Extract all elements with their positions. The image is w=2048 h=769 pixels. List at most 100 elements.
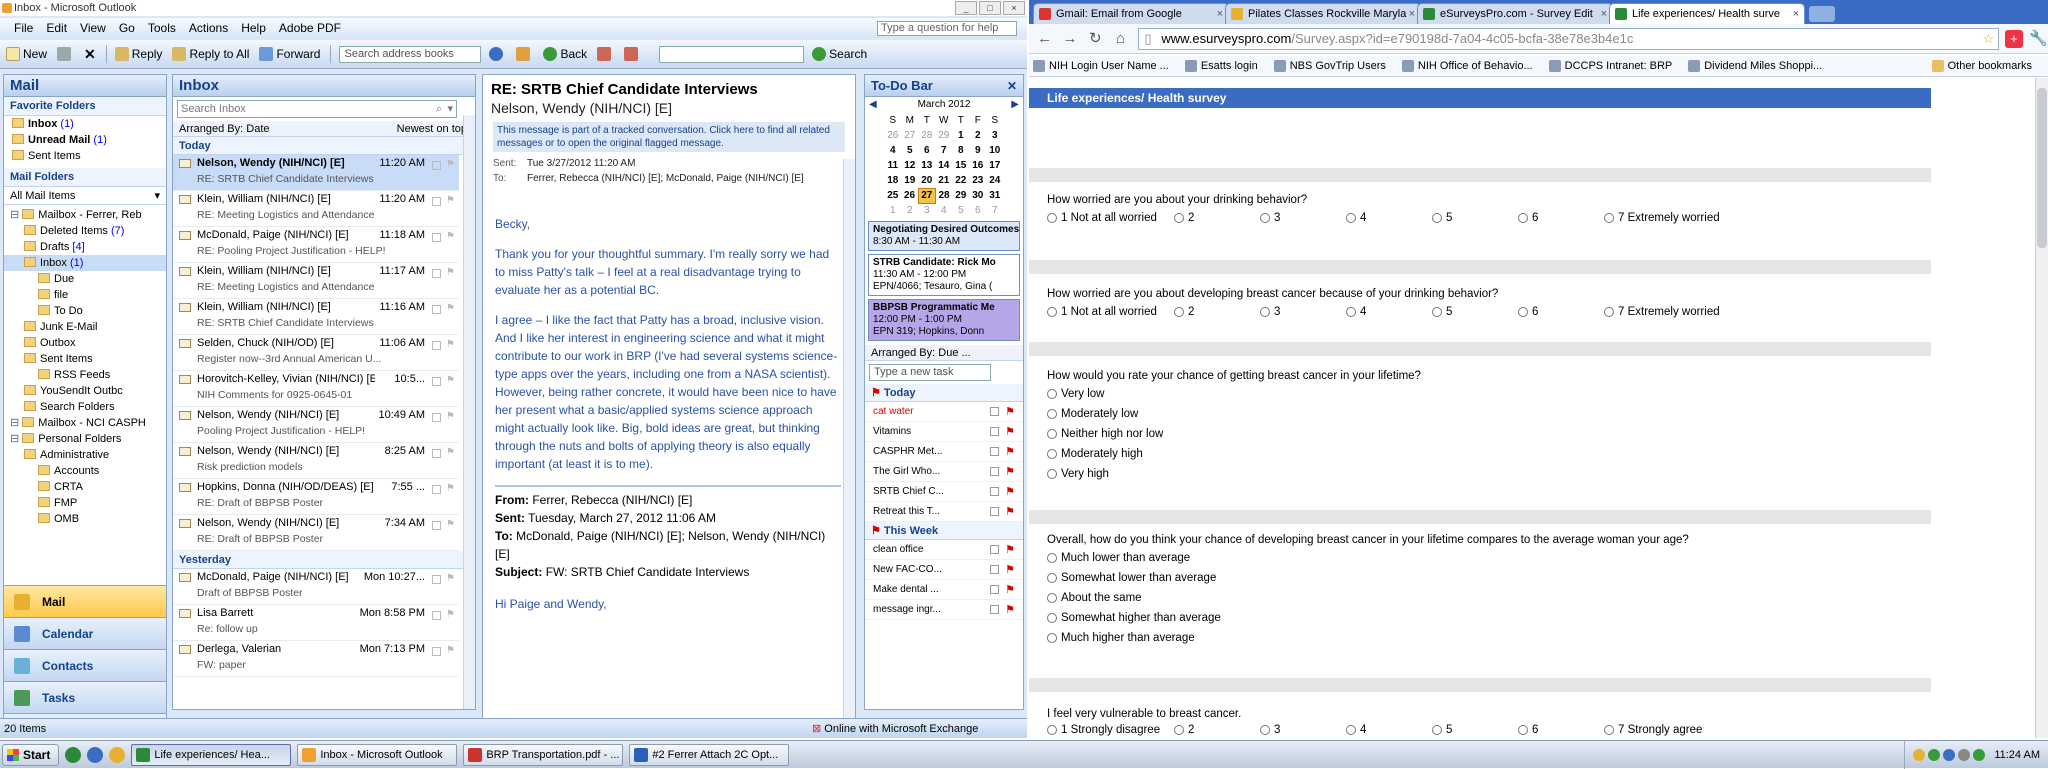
category-box[interactable] bbox=[432, 197, 441, 206]
radio-button[interactable] bbox=[1047, 409, 1057, 419]
search-button[interactable]: Search bbox=[812, 47, 867, 61]
taskbar-item[interactable]: BRP Transportation.pdf - ... bbox=[463, 743, 624, 766]
task-checkbox[interactable] bbox=[990, 407, 999, 416]
taskbar-item[interactable]: Inbox - Microsoft Outlook bbox=[297, 743, 458, 766]
tracked-conversation-info[interactable]: This message is part of a tracked conver… bbox=[493, 122, 845, 152]
radio-button[interactable] bbox=[1047, 429, 1057, 439]
calendar-day[interactable]: 7 bbox=[986, 203, 1003, 218]
calendar-day[interactable]: 31 bbox=[986, 188, 1003, 203]
new-button[interactable]: New bbox=[6, 47, 47, 61]
calendar-day[interactable]: 3 bbox=[918, 203, 935, 218]
category-box[interactable] bbox=[432, 341, 441, 350]
close-tab-icon[interactable]: × bbox=[1601, 4, 1607, 24]
taskbar-item[interactable]: Life experiences/ Hea... bbox=[131, 743, 292, 766]
extension-plus-icon[interactable]: + bbox=[2005, 29, 2023, 48]
radio-option[interactable]: 7 Strongly agree bbox=[1604, 724, 1754, 736]
radio-button[interactable] bbox=[1047, 449, 1057, 459]
radio-button[interactable] bbox=[1047, 389, 1057, 399]
reply-all-button[interactable]: Reply to All bbox=[172, 47, 249, 61]
radio-button[interactable] bbox=[1260, 725, 1270, 735]
radio-option[interactable]: 4 bbox=[1346, 306, 1432, 318]
calendar-day[interactable]: 1 bbox=[884, 203, 901, 218]
radio-button[interactable] bbox=[1260, 213, 1270, 223]
folder-item[interactable]: ⊟ Mailbox - Ferrer, Reb bbox=[4, 207, 166, 223]
calendar-day[interactable]: 3 bbox=[986, 128, 1003, 143]
calendar-day[interactable]: 30 bbox=[969, 188, 986, 203]
calendar-day[interactable]: 21 bbox=[935, 173, 952, 188]
radio-option[interactable]: 3 bbox=[1260, 306, 1346, 318]
menu-file[interactable]: File bbox=[14, 21, 33, 35]
message-row[interactable]: Klein, William (NIH/NCI) [E] 11:20 AM RE: … bbox=[173, 191, 459, 227]
radio-option[interactable]: 4 bbox=[1346, 724, 1432, 736]
category-box[interactable] bbox=[432, 449, 441, 458]
arrange-bar[interactable]: Arranged By: Date Newest on top bbox=[173, 121, 475, 137]
task-item[interactable]: Make dental ... ⚑ bbox=[865, 580, 1023, 600]
flag-icon[interactable]: ⚑ bbox=[446, 645, 455, 656]
calendar-day[interactable]: 17 bbox=[986, 158, 1003, 173]
radio-option[interactable]: 1 Strongly disagree bbox=[1047, 724, 1174, 736]
page-scrollbar[interactable] bbox=[2035, 78, 2048, 738]
radio-option[interactable]: 2 bbox=[1174, 306, 1260, 318]
appointment[interactable]: Negotiating Desired Outcomes 8:30 AM - 11… bbox=[868, 221, 1020, 251]
task-checkbox[interactable] bbox=[990, 447, 999, 456]
message-row[interactable]: Nelson, Wendy (NIH/NCI) [E] 8:25 AM Risk p… bbox=[173, 443, 459, 479]
group-header-today[interactable]: Today bbox=[173, 137, 475, 155]
radio-button[interactable] bbox=[1604, 213, 1614, 223]
appointment[interactable]: STRB Candidate: Rick Mo 11:30 AM - 12:00 … bbox=[868, 254, 1020, 296]
search-inbox-input[interactable]: Search Inbox ⌕ ▾ bbox=[177, 100, 457, 118]
message-row[interactable]: Klein, William (NIH/NCI) [E] 11:16 AM RE: … bbox=[173, 299, 459, 335]
folder-item[interactable]: YouSendIt Outbc bbox=[4, 383, 166, 399]
task-checkbox[interactable] bbox=[990, 427, 999, 436]
message-row[interactable]: Nelson, Wendy (NIH/NCI) [E] 7:34 AM RE: Dr… bbox=[173, 515, 459, 551]
radio-option[interactable]: Moderately low bbox=[1047, 404, 1163, 424]
folder-item[interactable]: Drafts [4] bbox=[4, 239, 166, 255]
category-box[interactable] bbox=[432, 377, 441, 386]
category-box[interactable] bbox=[432, 413, 441, 422]
flag-icon[interactable]: ⚑ bbox=[1005, 402, 1015, 422]
radio-option[interactable]: Much lower than average bbox=[1047, 548, 1221, 568]
calendar-day[interactable]: 15 bbox=[952, 158, 969, 173]
calendar-day[interactable]: 25 bbox=[884, 188, 901, 203]
radio-button[interactable] bbox=[1047, 213, 1057, 223]
back-button[interactable]: Back bbox=[543, 47, 587, 61]
menu-go[interactable]: Go bbox=[119, 21, 135, 35]
folder-item[interactable]: Junk E-Mail bbox=[4, 319, 166, 335]
radio-button[interactable] bbox=[1518, 213, 1528, 223]
radio-option[interactable]: Very low bbox=[1047, 384, 1163, 404]
radio-button[interactable] bbox=[1346, 213, 1356, 223]
calendar-day[interactable]: 28 bbox=[935, 188, 952, 203]
group-header-yesterday[interactable]: Yesterday bbox=[173, 551, 475, 569]
menu-help[interactable]: Help bbox=[241, 21, 266, 35]
radio-button[interactable] bbox=[1432, 725, 1442, 735]
task-checkbox[interactable] bbox=[990, 545, 999, 554]
calendar-day[interactable]: 14 bbox=[935, 158, 952, 173]
task-item[interactable]: clean office ⚑ bbox=[865, 540, 1023, 560]
radio-button[interactable] bbox=[1604, 725, 1614, 735]
radio-option[interactable]: 7 Extremely worried bbox=[1604, 306, 1754, 318]
task-item[interactable]: cat water ⚑ bbox=[865, 402, 1023, 422]
menu-actions[interactable]: Actions bbox=[189, 21, 228, 35]
flag-icon[interactable]: ⚑ bbox=[446, 195, 455, 206]
favorite-sent-items[interactable]: Sent Items bbox=[12, 148, 166, 164]
flag-icon[interactable]: ⚑ bbox=[446, 573, 455, 584]
folder-item[interactable]: Deleted Items (7) bbox=[4, 223, 166, 239]
calendar-day[interactable]: 5 bbox=[901, 143, 918, 158]
bookmark-item[interactable]: NIH Login User Name ... bbox=[1033, 60, 1169, 72]
radio-button[interactable] bbox=[1174, 725, 1184, 735]
radio-option[interactable]: 1 Not at all worried bbox=[1047, 212, 1174, 224]
task-item[interactable]: SRTB Chief C... ⚑ bbox=[865, 482, 1023, 502]
calendar-day[interactable]: 29 bbox=[935, 128, 952, 143]
radio-button[interactable] bbox=[1346, 725, 1356, 735]
scrollbar-thumb[interactable] bbox=[2037, 88, 2047, 248]
calendar-day[interactable]: 7 bbox=[935, 143, 952, 158]
bookmark-item[interactable]: NBS GovTrip Users bbox=[1273, 60, 1386, 72]
radio-option[interactable]: 3 bbox=[1260, 724, 1346, 736]
maximize-icon[interactable]: □ bbox=[979, 1, 1001, 15]
nav-button-contacts[interactable]: Contacts bbox=[4, 649, 166, 681]
flag-icon[interactable]: ⚑ bbox=[446, 303, 455, 314]
task-item[interactable]: Retreat this T... ⚑ bbox=[865, 502, 1023, 522]
calendar-day[interactable]: 12 bbox=[901, 158, 918, 173]
minimize-icon[interactable]: _ bbox=[955, 1, 977, 15]
category-box[interactable] bbox=[432, 305, 441, 314]
calendar-day[interactable]: 24 bbox=[986, 173, 1003, 188]
